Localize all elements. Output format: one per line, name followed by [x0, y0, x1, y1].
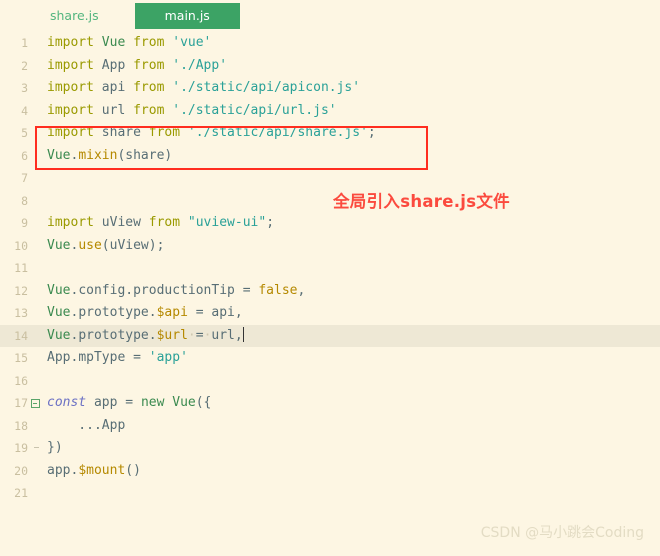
line-number: 21	[14, 486, 28, 500]
tab-share-js[interactable]: share.js	[36, 3, 113, 29]
tab-share-js-label: share.js	[50, 8, 99, 23]
tab-main-js-label: main.js	[164, 8, 210, 23]
line-content: })	[47, 440, 63, 455]
line-content: import share from './static/api/share.js…	[47, 125, 376, 140]
code-line[interactable]: 21	[0, 482, 660, 505]
line-content: import url from './static/api/url.js'	[47, 102, 337, 118]
code-line[interactable]: 8	[0, 190, 660, 213]
line-content: import App from './App'	[47, 57, 228, 73]
line-number: 8	[21, 193, 28, 208]
code-line[interactable]: 15 App.mpType = 'app'	[0, 347, 660, 370]
code-line[interactable]: 2 import App from './App'	[0, 55, 660, 78]
line-content: Vue.use(uView);	[47, 237, 165, 253]
code-line[interactable]: 18 ...App	[0, 415, 660, 438]
line-number: 14	[14, 328, 28, 343]
line-number: 18	[14, 418, 28, 433]
editor-tab-bar: share.js main.js	[0, 0, 660, 32]
line-number: 4	[21, 103, 28, 118]
code-line[interactable]: 5 import share from './static/api/share.…	[0, 122, 660, 145]
line-content: ...App	[47, 417, 126, 433]
tab-main-js[interactable]: main.js	[134, 3, 240, 29]
line-number: 15	[14, 351, 28, 365]
line-number: 19	[14, 441, 28, 455]
line-content: import Vue from 'vue'	[47, 35, 212, 50]
code-line[interactable]: 10 Vue.use(uView);	[0, 235, 660, 258]
code-line[interactable]: 11	[0, 257, 660, 280]
code-line[interactable]: 13 Vue.prototype.$api = api,	[0, 302, 660, 325]
line-number: 10	[14, 238, 28, 253]
code-line[interactable]: 12 Vue.config.productionTip = false,	[0, 280, 660, 303]
line-number: 17	[14, 396, 28, 410]
line-content: Vue.mixin(share)	[47, 147, 173, 163]
line-number: 20	[14, 463, 28, 478]
line-number: 13	[14, 306, 28, 320]
code-line[interactable]: 4 import url from './static/api/url.js'	[0, 100, 660, 123]
line-number: 1	[21, 36, 28, 50]
code-line[interactable]: 17 const app = new Vue({	[0, 392, 660, 415]
code-line[interactable]: 16	[0, 370, 660, 393]
code-line[interactable]: 1 import Vue from 'vue'	[0, 32, 660, 55]
line-content: app.$mount()	[47, 462, 141, 478]
line-content: Vue.prototype.$url·=·url,	[47, 326, 245, 343]
line-content: const app = new Vue({	[47, 395, 212, 410]
code-line[interactable]: 9 import uView from "uview-ui";	[0, 212, 660, 235]
annotation-text: 全局引入share.js文件	[333, 192, 510, 211]
line-content: App.mpType = 'app'	[47, 350, 188, 365]
code-line[interactable]: 3 import api from './static/api/apicon.j…	[0, 77, 660, 100]
watermark: CSDN @马小跳会Coding	[480, 525, 644, 541]
line-content: import api from './static/api/apicon.js'	[47, 80, 361, 95]
line-number: 9	[21, 216, 28, 230]
line-number: 12	[14, 283, 28, 298]
line-number: 7	[21, 171, 28, 185]
line-number: 16	[14, 373, 28, 388]
code-line[interactable]: 19 })	[0, 437, 660, 460]
code-line[interactable]: 6 Vue.mixin(share)	[0, 145, 660, 168]
line-number: 5	[21, 126, 28, 140]
line-number: 3	[21, 81, 28, 95]
code-line-active[interactable]: 14 Vue.prototype.$url·=·url,	[0, 324, 660, 347]
line-content: Vue.config.productionTip = false,	[47, 282, 306, 298]
code-line[interactable]: 20 app.$mount()	[0, 460, 660, 483]
line-content: import uView from "uview-ui";	[47, 215, 275, 230]
code-line[interactable]: 7	[0, 167, 660, 190]
line-number: 6	[21, 148, 28, 163]
fold-column[interactable]	[28, 398, 42, 408]
line-content: Vue.prototype.$api = api,	[47, 305, 243, 320]
code-editor[interactable]: 1 import Vue from 'vue' 2 import App fro…	[0, 32, 660, 505]
line-number: 11	[14, 261, 28, 275]
text-cursor	[242, 326, 245, 342]
line-number: 2	[21, 58, 28, 73]
code-fold-collapse-icon[interactable]	[30, 398, 40, 408]
